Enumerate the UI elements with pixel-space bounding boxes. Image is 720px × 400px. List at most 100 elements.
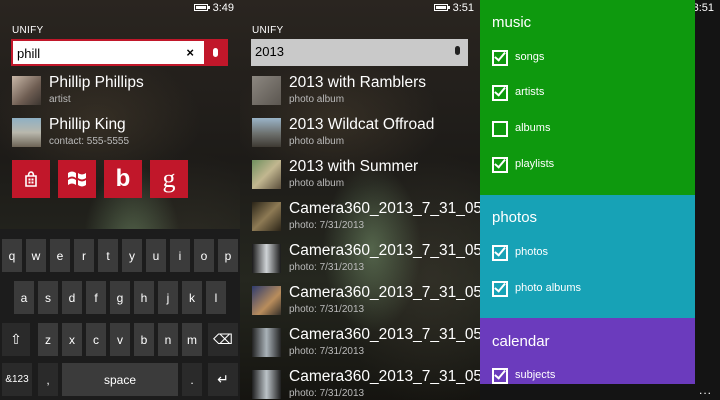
- checkmark-icon: [494, 156, 506, 169]
- battery-icon: [194, 4, 210, 11]
- key[interactable]: x: [62, 323, 82, 356]
- backspace-key[interactable]: ⌫: [208, 323, 238, 356]
- checkmark-icon: [494, 280, 506, 293]
- section-title: music: [492, 14, 532, 31]
- key[interactable]: q: [2, 239, 22, 272]
- option-label: artists: [515, 86, 545, 98]
- result-subtitle: photo: 7/31/2013: [289, 304, 365, 315]
- result-subtitle: photo: 7/31/2013: [289, 220, 365, 231]
- result-title: Camera360_2013_7_31_054: [289, 242, 480, 259]
- key[interactable]: g: [110, 281, 130, 314]
- key[interactable]: d: [62, 281, 82, 314]
- key[interactable]: i: [170, 239, 190, 272]
- result-title: Camera360_2013_7_31_054: [289, 326, 480, 343]
- key[interactable]: y: [122, 239, 142, 272]
- clock: 3:49: [212, 2, 234, 14]
- search-input[interactable]: phill: [17, 46, 40, 61]
- key[interactable]: n: [158, 323, 178, 356]
- key[interactable]: v: [110, 323, 130, 356]
- checkbox[interactable]: [492, 244, 508, 261]
- result-title: 2013 with Summer: [289, 158, 419, 175]
- search-input[interactable]: 2013: [255, 44, 284, 59]
- windows-tile[interactable]: [58, 160, 96, 198]
- key[interactable]: m: [182, 323, 202, 356]
- numbers-key[interactable]: &123: [2, 363, 32, 396]
- google-icon: g: [162, 164, 176, 193]
- windows-flag-icon: [68, 171, 86, 187]
- microphone-button[interactable]: [204, 41, 226, 64]
- comma-key[interactable]: ,: [38, 363, 58, 396]
- checkmark-icon: [494, 244, 506, 257]
- shift-key[interactable]: ⇧: [2, 323, 30, 356]
- store-tile[interactable]: [12, 160, 50, 198]
- checkbox[interactable]: [492, 84, 508, 101]
- album-thumbnail: [252, 118, 281, 147]
- album-thumbnail: [252, 76, 281, 105]
- checkmark-icon: [494, 367, 506, 380]
- key[interactable]: z: [38, 323, 58, 356]
- key[interactable]: r: [74, 239, 94, 272]
- key[interactable]: b: [134, 323, 154, 356]
- photo-thumbnail: [252, 328, 281, 357]
- result-subtitle: photo album: [289, 136, 345, 147]
- result-title: Phillip Phillips: [49, 74, 144, 91]
- result-title: Phillip King: [49, 116, 126, 133]
- key[interactable]: k: [182, 281, 202, 314]
- key[interactable]: f: [86, 281, 106, 314]
- result-subtitle: photo: 7/31/2013: [289, 388, 365, 399]
- on-screen-keyboard: q w e r t y u i o p a s d f g h j k l ⇧ …: [0, 229, 240, 400]
- result-subtitle: contact: 555-5555: [49, 136, 130, 147]
- space-key[interactable]: space: [62, 363, 178, 396]
- enter-key[interactable]: ↵: [208, 363, 238, 396]
- key[interactable]: u: [146, 239, 166, 272]
- photo-thumbnail: [252, 202, 281, 231]
- key[interactable]: t: [98, 239, 118, 272]
- key[interactable]: c: [86, 323, 106, 356]
- music-section: music songs artists albums playlists: [480, 0, 695, 195]
- microphone-button[interactable]: [446, 39, 468, 62]
- app-title: UNIFY: [12, 25, 44, 36]
- avatar: [12, 76, 41, 105]
- screen-search-phill: 3:49 UNIFY phill × Phillip Phillips arti…: [0, 0, 240, 400]
- checkbox[interactable]: [492, 121, 508, 137]
- google-tile[interactable]: g: [150, 160, 188, 198]
- option-label: photo albums: [515, 282, 582, 294]
- option-label: playlists: [515, 158, 555, 170]
- clock: 3:51: [452, 2, 474, 14]
- section-title: calendar: [492, 333, 550, 350]
- store-icon: [25, 171, 37, 187]
- checkbox[interactable]: [492, 280, 508, 297]
- option-label: albums: [515, 122, 551, 134]
- key[interactable]: l: [206, 281, 226, 314]
- screen-settings: 3:51 music songs artists albums playlist…: [480, 0, 720, 400]
- result-subtitle: photo album: [289, 94, 345, 105]
- option-label: songs: [515, 51, 545, 63]
- more-options-icon[interactable]: ...: [699, 383, 712, 397]
- key[interactable]: s: [38, 281, 58, 314]
- clock: 3:51: [692, 2, 714, 14]
- clear-icon[interactable]: ×: [186, 45, 194, 60]
- microphone-icon: [212, 48, 218, 57]
- key[interactable]: h: [134, 281, 154, 314]
- search-box[interactable]: phill ×: [11, 39, 228, 66]
- result-subtitle: artist: [49, 94, 71, 105]
- checkbox[interactable]: [492, 49, 508, 66]
- key[interactable]: a: [14, 281, 34, 314]
- bing-tile[interactable]: b: [104, 160, 142, 198]
- album-thumbnail: [252, 160, 281, 189]
- microphone-icon: [454, 46, 460, 55]
- key[interactable]: j: [158, 281, 178, 314]
- result-subtitle: photo: 7/31/2013: [289, 346, 365, 357]
- option-label: subjects: [515, 369, 556, 381]
- section-title: photos: [492, 209, 538, 226]
- key[interactable]: w: [26, 239, 46, 272]
- checkbox[interactable]: [492, 367, 508, 384]
- period-key[interactable]: .: [182, 363, 202, 396]
- checkbox[interactable]: [492, 156, 508, 173]
- result-subtitle: photo album: [289, 178, 345, 189]
- key[interactable]: e: [50, 239, 70, 272]
- key[interactable]: p: [218, 239, 238, 272]
- key[interactable]: o: [194, 239, 214, 272]
- search-box[interactable]: 2013: [251, 39, 468, 66]
- battery-icon: [434, 4, 450, 11]
